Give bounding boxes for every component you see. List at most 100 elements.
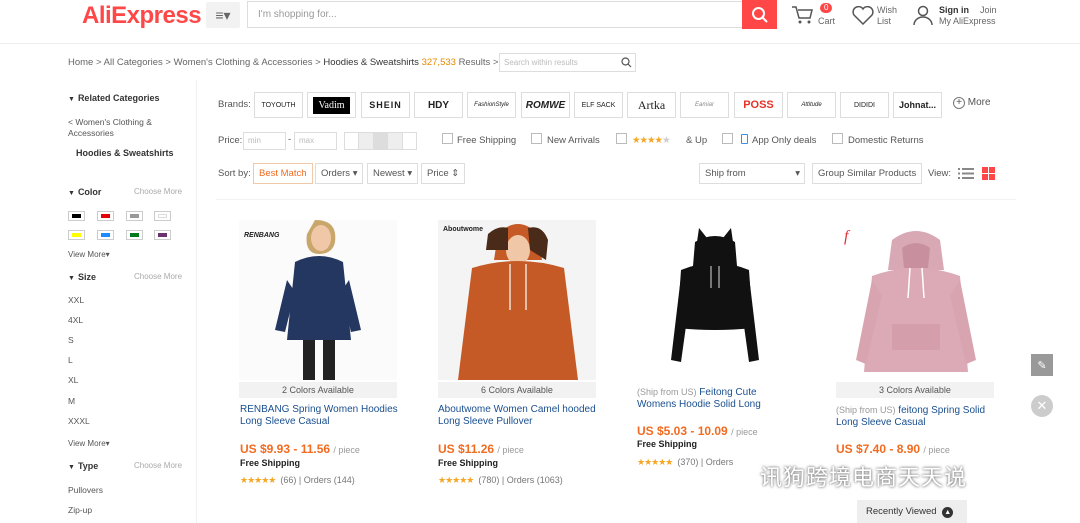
brand-eamiar[interactable]: Eamiar [680,92,729,118]
search-input[interactable]: I'm shopping for... [247,1,743,28]
domestic-returns-checkbox[interactable] [832,133,843,144]
product-image[interactable]: Aboutwome [438,220,596,380]
product-image[interactable]: f [836,220,994,380]
size-view-more[interactable]: View More▾ [68,438,110,449]
product-title[interactable]: (Ship from US) feitong Spring Solid Long… [836,405,996,428]
price-min-input[interactable]: min [243,132,286,150]
search-within-input[interactable]: Search within results [499,53,636,72]
color-swatch[interactable] [126,211,143,221]
my-aliexpress-link[interactable]: My AliExpress [939,15,996,27]
size-option[interactable]: XXXL [68,416,90,427]
size-option[interactable]: M [68,396,75,407]
color-swatch[interactable] [154,230,171,240]
free-shipping-label: Free Shipping [637,439,698,449]
size-option[interactable]: L [68,355,73,366]
color-choose-more[interactable]: Choose More [134,187,182,196]
brand-shein[interactable]: SHEIN [361,92,410,118]
type-choose-more[interactable]: Choose More [134,461,182,470]
close-icon: ✕ [1036,398,1048,413]
product-brand-tag: RENBANG [244,232,280,239]
color-swatch[interactable] [68,230,85,240]
orders-link[interactable]: Orders [706,457,734,467]
sort-orders[interactable]: Orders ▾ [315,163,364,184]
categories-menu-button[interactable]: ≡▾ [206,2,240,28]
brand-poss[interactable]: POSS [734,92,783,118]
product-title[interactable]: (Ship from US) Feitong Cute Womens Hoodi… [637,387,797,410]
brands-label: Brands: [218,99,251,110]
product-rating: ★★★★★ (780) | Orders (1063) [438,475,563,485]
price-label: Price: [218,135,243,146]
parent-category-link[interactable]: < Women's Clothing & Accessories [68,117,168,139]
recently-viewed-bar[interactable]: Recently Viewed ▲ [857,500,967,523]
product-title[interactable]: RENBANG Spring Women Hoodies Long Sleeve… [240,404,400,427]
group-similar-button[interactable]: Group Similar Products [812,163,923,184]
brand-romwe[interactable]: ROMWE [521,92,570,118]
color-filter-heading[interactable]: ▼ Color [68,187,101,197]
sort-price[interactable]: Price ⇕ [421,163,466,184]
brand-hdy[interactable]: HDY [414,92,463,118]
brand-dididi[interactable]: DIDIDI [840,92,889,118]
color-swatch[interactable] [68,211,85,221]
new-arrivals-checkbox[interactable] [531,133,542,144]
size-option[interactable]: XXL [68,295,84,306]
free-shipping-checkbox[interactable] [442,133,453,144]
brand-toyouth[interactable]: TOYOUTH [254,92,303,118]
search-icon [751,6,768,23]
toolbar-divider [216,199,1016,200]
view-label: View: [928,168,952,179]
brand-vadim[interactable]: Vadim [307,92,356,118]
price-range-histogram[interactable] [344,132,417,150]
color-view-more[interactable]: View More▾ [68,249,110,260]
top-header: AliExpress ≡▾ I'm shopping for... 0 Cart… [0,0,1080,44]
watermark-text: 讯狗跨境电商天天说 [760,465,968,490]
color-swatch[interactable] [97,211,114,221]
brand-attitude[interactable]: Attitude [787,92,836,118]
ship-from-select[interactable]: Ship from ▾ [699,163,805,184]
product-price: US $11.26 / piece [438,442,524,456]
brand-elfsack[interactable]: ELF SACK [574,92,623,118]
product-image[interactable]: RENBANG [239,220,397,380]
brand-johnat[interactable]: Johnat... [893,92,942,118]
colors-available: 6 Colors Available [438,382,596,398]
aliexpress-logo[interactable]: AliExpress [82,2,202,30]
search-button[interactable] [742,0,777,29]
app-only-checkbox[interactable] [722,133,733,144]
hamburger-icon: ≡▾ [215,7,231,23]
user-icon [913,5,933,26]
product-image[interactable] [637,220,795,380]
brands-more-button[interactable]: + More [953,97,991,109]
caret-down-icon: ▾ [795,168,800,179]
type-filter-heading[interactable]: ▼ Type [68,461,98,471]
grid-view-icon[interactable] [982,167,995,180]
price-max-input[interactable]: max [294,132,337,150]
rating-checkbox[interactable] [616,133,627,144]
color-swatch[interactable] [126,230,143,240]
size-choose-more[interactable]: Choose More [134,272,182,281]
breadcrumb-path[interactable]: Home > All Categories > Women's Clothing… [68,57,323,68]
product-price: US $9.93 - 11.56 / piece [240,442,360,456]
ship-from-us-label: (Ship from US) [836,405,896,415]
type-option[interactable]: Pullovers [68,485,103,496]
size-option[interactable]: S [68,335,74,346]
type-option[interactable]: Zip-up [68,505,92,516]
sort-best-match[interactable]: Best Match [253,163,313,184]
brand-fashionstyle[interactable]: FashionStyle [467,92,516,118]
product-title[interactable]: Aboutwome Women Camel hooded Long Sleeve… [438,404,598,427]
rating-stars-icon: ★★★★★ [438,475,474,485]
results-label: Results > [458,57,499,68]
list-view-icon[interactable] [958,167,974,180]
brand-vadim-logo: Vadim [313,96,350,114]
size-option[interactable]: 4XL [68,315,83,326]
sort-newest[interactable]: Newest ▾ [367,163,419,184]
orders-link[interactable]: Orders (144) [304,475,355,485]
feedback-button[interactable]: ✎ [1031,354,1053,376]
color-swatch[interactable] [154,211,171,221]
colors-available: 3 Colors Available [836,382,994,398]
size-filter-heading[interactable]: ▼ Size [68,272,96,282]
close-button[interactable]: ✕ [1031,395,1053,417]
size-option[interactable]: XL [68,375,78,386]
color-swatch[interactable] [97,230,114,240]
related-categories-heading[interactable]: ▼ Related Categories [68,93,159,103]
brand-artka[interactable]: Artka [627,92,676,118]
orders-link[interactable]: Orders (1063) [507,475,563,485]
